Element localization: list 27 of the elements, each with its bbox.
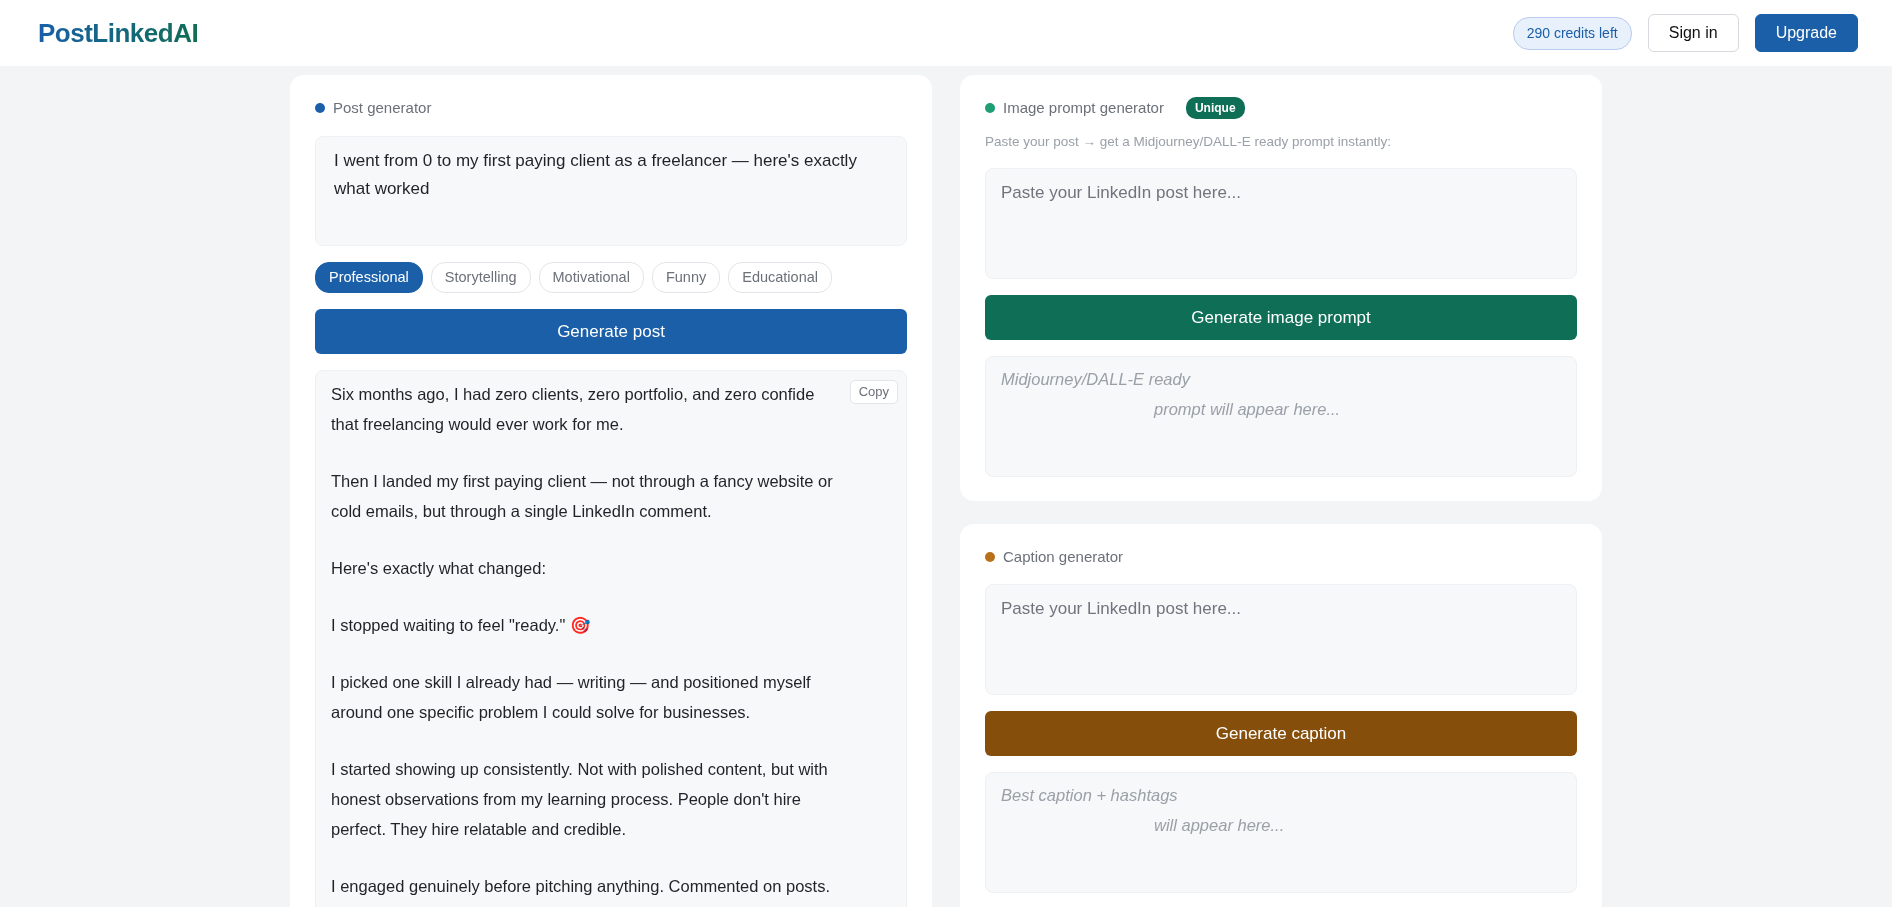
upgrade-button[interactable]: Upgrade <box>1754 14 1858 52</box>
hint-text: Paste your post → get a Midjourney/DALL-E ready prompt instantly: <box>985 132 1392 151</box>
post-paragraph: Then I landed my first paying client — not through a fancy website or cold emails, but through a single LinkedIn comment. <box>331 471 833 523</box>
post-paragraph: Here's exactly what changed: <box>331 558 546 580</box>
section-title: Image prompt generator <box>1003 98 1164 118</box>
generate-button[interactable]: Generate image prompt <box>985 294 1577 340</box>
credits-badge: 290 credits left <box>1512 16 1632 50</box>
post-input-field[interactable]: Paste your LinkedIn post here... <box>985 167 1577 279</box>
topic-input[interactable]: I went from 0 to my first paying client as a freelancer — here's exactly what worked <box>315 135 907 246</box>
copy-button[interactable]: Copy <box>849 380 898 405</box>
tone-chip[interactable]: Professional <box>315 261 423 294</box>
tone-chip[interactable]: Educational <box>728 261 832 294</box>
generate-post-button[interactable]: Generate post <box>315 309 907 355</box>
section-title: Caption generator <box>1003 546 1124 567</box>
post-paragraph: I engaged genuinely before pitching anything. Commented on posts. <box>331 876 830 898</box>
post-paragraph: I stopped waiting to feel "ready." 🎯 <box>331 615 591 637</box>
post-paragraph: Six months ago, I had zero clients, zero portfolio, and zero confide that freelancing would ever work for me. <box>331 384 815 436</box>
post-paragraph: I picked one skill I already had — writing — and positioned myself around one specific problem I could solve for businesses. <box>331 672 811 724</box>
generate-button[interactable]: Generate caption <box>985 711 1577 757</box>
unique-badge: Unique <box>1185 97 1245 120</box>
tone-chip[interactable]: Funny <box>651 261 721 294</box>
section-title: Post generator <box>333 98 432 118</box>
tone-chip[interactable]: Motivational <box>538 261 644 294</box>
post-input-field[interactable]: Paste your LinkedIn post here... <box>985 584 1577 696</box>
tone-chip[interactable]: Storytelling <box>430 261 531 294</box>
sign-in-button[interactable]: Sign in <box>1647 14 1739 52</box>
post-paragraph: I started showing up consistently. Not with polished content, but with honest observations from my learning process. People don't hire perfect. They hire relatable and credible. <box>331 759 828 841</box>
